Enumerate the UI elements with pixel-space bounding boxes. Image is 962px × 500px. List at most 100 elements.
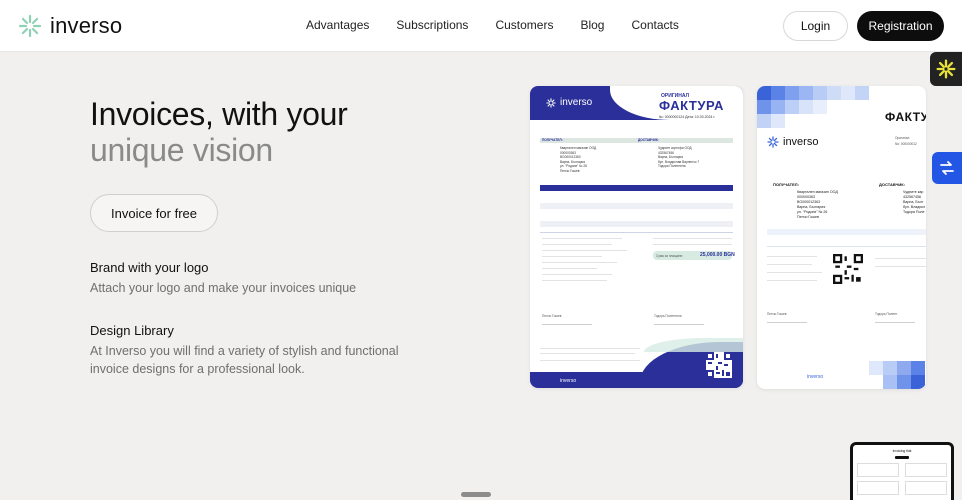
divider: [767, 246, 926, 247]
invoice-footer-mint-wave: [644, 338, 743, 352]
divider: [540, 232, 733, 233]
nav-customers[interactable]: Customers: [495, 18, 553, 32]
divider: [653, 244, 732, 245]
qr-code: [706, 352, 732, 378]
divider: [542, 244, 612, 245]
qr-code-icon: [833, 254, 863, 284]
mosaic-tile: [757, 114, 771, 128]
hero-title: Invoices, with your unique vision: [90, 96, 348, 168]
total-label: Сума за плащане:: [656, 253, 684, 258]
thumbnail-card: [905, 481, 947, 495]
mosaic-tile: [813, 100, 827, 114]
mosaic-tile: [785, 100, 799, 114]
mosaic-tile: [911, 361, 925, 375]
inverso-logo-icon: [546, 97, 556, 108]
mosaic-tile: [799, 86, 813, 100]
signer-name: Тодора Полетн: [875, 312, 898, 316]
divider: [767, 264, 812, 265]
divider: [540, 353, 635, 354]
feature-title: Brand with your logo: [90, 260, 209, 275]
mosaic-tile: [771, 86, 785, 100]
feature-brand-logo: Brand with your logo Attach your logo an…: [90, 260, 400, 297]
thumbnail-title: Invoicing that: [892, 449, 912, 453]
inverso-logo-icon: [767, 136, 779, 148]
inverso-logo-icon: [18, 14, 42, 38]
side-widget-translate[interactable]: [932, 152, 962, 184]
hero-title-line2: unique vision: [90, 132, 273, 168]
divider: [542, 262, 617, 263]
divider: [540, 360, 640, 361]
site-header: inverso Advantages Subscriptions Custome…: [0, 0, 962, 52]
signer-name: Тодора Полетнела: [654, 314, 682, 318]
signature-line: [654, 324, 704, 325]
mosaic-tile: [757, 100, 771, 114]
invoice-for-free-button[interactable]: Invoice for free: [90, 194, 218, 232]
mosaic-tile: [897, 361, 911, 375]
recipient-details: Квартален магазин ООД 000000363 BG000012…: [560, 146, 597, 173]
main-nav: Advantages Subscriptions Customers Blog …: [306, 18, 706, 32]
thumbnail-button: [895, 456, 909, 459]
feature-desc: Attach your logo and make your invoices …: [90, 281, 357, 295]
mosaic-tile: [785, 86, 799, 100]
spark-icon: [936, 59, 956, 79]
invoice-party-band: [540, 138, 733, 143]
table-row: [540, 194, 733, 200]
invoice-footer-brand: inverso: [560, 378, 577, 384]
mosaic-tile: [827, 86, 841, 100]
scroll-indicator[interactable]: [461, 492, 491, 497]
qr-code-icon: [706, 352, 732, 378]
mosaic-tile: [897, 375, 911, 389]
divider: [875, 258, 926, 259]
page-thumbnail-preview[interactable]: Invoicing that: [850, 442, 954, 500]
login-button[interactable]: Login: [783, 11, 848, 41]
invoice-preview-mosaic[interactable]: ФАКТУРА inverso Оригинал No: 000000012 П…: [757, 86, 926, 389]
divider: [653, 238, 732, 239]
invoice-preview-blue[interactable]: inverso ОРИГИНАЛ ФАКТУРА №: 0000000124 Д…: [530, 86, 743, 388]
nav-advantages[interactable]: Advantages: [306, 18, 369, 32]
invoice-logo: inverso: [546, 97, 592, 108]
divider: [767, 272, 822, 273]
recipient-label: ПОЛУЧАТЕЛ:: [773, 182, 799, 187]
invoice-mosaic-footer: [757, 356, 926, 389]
divider: [767, 280, 817, 281]
total-value: 25,000.00 BGN: [700, 252, 735, 258]
invoice-title: ФАКТУРА: [659, 98, 724, 113]
divider: [767, 256, 817, 257]
mosaic-tile: [855, 86, 869, 100]
mosaic-tile: [869, 361, 883, 375]
divider: [542, 280, 607, 281]
feature-title: Design Library: [90, 323, 174, 338]
signer-name: Пенчо Гошев: [542, 314, 562, 318]
invoice-table-header: [540, 185, 733, 191]
nav-blog[interactable]: Blog: [580, 18, 604, 32]
mosaic-tile: [883, 375, 897, 389]
supplier-details: Чудните кортофи ООД 432567456 Варна, Бъл…: [658, 146, 700, 168]
invoice-original-label: Оригинал: [895, 136, 910, 140]
nav-contacts[interactable]: Contacts: [631, 18, 678, 32]
side-widget-spark[interactable]: [930, 52, 962, 86]
divider: [540, 348, 640, 349]
divider: [542, 250, 627, 251]
brand-name: inverso: [50, 13, 123, 38]
invoice-number: No: 000000012: [895, 142, 917, 146]
thumbnail-card: [905, 463, 947, 477]
mosaic-tile: [813, 86, 827, 100]
divider: [875, 266, 926, 267]
invoice-logo: inverso: [767, 136, 818, 148]
nav-subscriptions[interactable]: Subscriptions: [396, 18, 468, 32]
signer-name: Пенчо Гошев: [767, 312, 787, 316]
mosaic-tile: [799, 100, 813, 114]
signature-line: [875, 322, 915, 323]
signature-line: [767, 322, 807, 323]
recipient-details: Квартален магазин ООД 000000363 BG000012…: [797, 190, 838, 219]
invoice-logo-text: inverso: [783, 136, 819, 148]
feature-desc: At Inverso you will find a variety of st…: [90, 344, 399, 376]
swap-icon: [940, 161, 954, 175]
registration-button[interactable]: Registration: [857, 11, 944, 41]
invoice-footer-brand: inverso: [807, 374, 824, 380]
brand-logo[interactable]: inverso: [18, 13, 122, 39]
supplier-label: ДОСТАВЧИК:: [638, 138, 659, 142]
invoice-mosaic-header: [757, 86, 926, 132]
divider: [542, 274, 612, 275]
thumbnail-screen: Invoicing that: [853, 445, 951, 500]
